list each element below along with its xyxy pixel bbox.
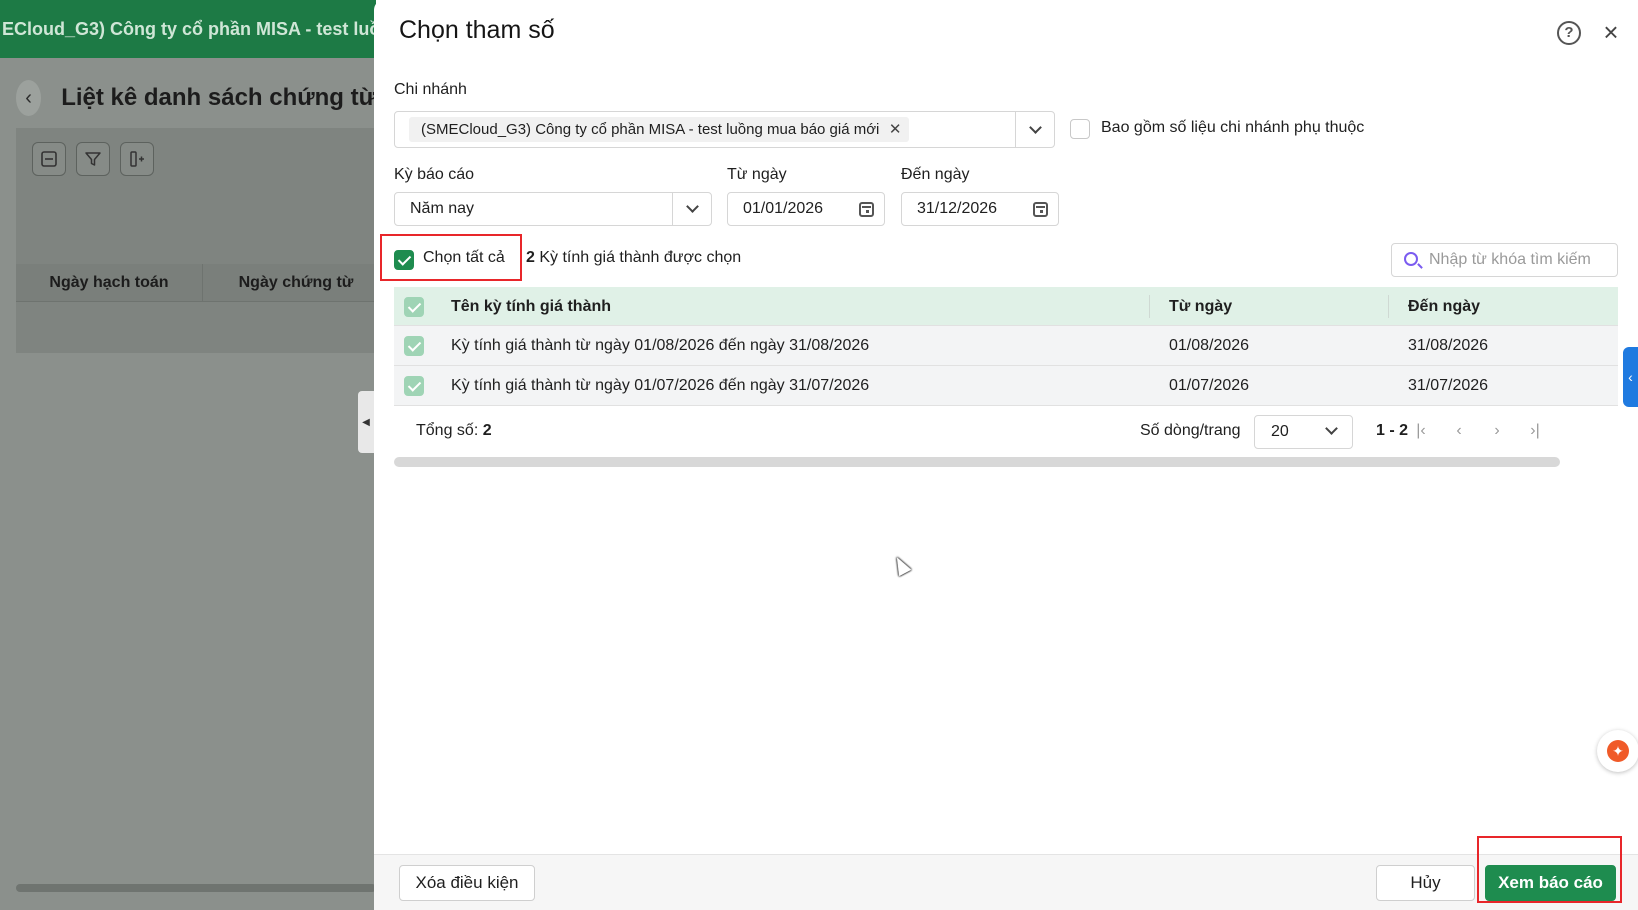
search-placeholder: Nhập từ khóa tìm kiếm: [1429, 251, 1591, 268]
table-row[interactable]: Kỳ tính giá thành từ ngày 01/07/2026 đến…: [394, 366, 1618, 406]
include-dependent-checkbox[interactable]: [1070, 119, 1090, 139]
from-date-label: Từ ngày: [727, 166, 787, 183]
grid-scrollbar[interactable]: [394, 457, 1560, 467]
selected-count-text: Kỳ tính giá thành được chọn: [539, 249, 742, 266]
total-label: Tổng số:: [416, 422, 479, 439]
column-divider[interactable]: [1149, 295, 1150, 318]
chevron-down-icon[interactable]: [672, 193, 712, 225]
remove-tag-icon[interactable]: ✕: [889, 117, 902, 142]
clear-conditions-button[interactable]: Xóa điều kiện: [399, 865, 535, 901]
column-icon[interactable]: [120, 142, 154, 176]
ai-assistant-icon: ✦: [1607, 740, 1629, 762]
row-name: Kỳ tính giá thành từ ngày 01/07/2026 đến…: [451, 377, 870, 394]
column-header: Ngày chứng từ: [203, 264, 376, 301]
header-checkbox[interactable]: [404, 297, 424, 317]
filter-icon[interactable]: [76, 142, 110, 176]
chevron-down-icon[interactable]: [1015, 112, 1055, 147]
column-divider[interactable]: [1388, 295, 1389, 318]
background-app: ECloud_G3) Công ty cổ phần MISA - test l…: [0, 0, 376, 910]
background-scrollbar[interactable]: [16, 884, 376, 892]
calendar-icon[interactable]: [1033, 202, 1048, 217]
total-value: 2: [482, 422, 492, 439]
chevron-down-icon: [1325, 422, 1338, 435]
collapse-icon[interactable]: [32, 142, 66, 176]
grid-header-row: Tên kỳ tính giá thành Từ ngày Đến ngày: [394, 287, 1618, 326]
ai-search-icon: [1404, 252, 1418, 266]
header-to[interactable]: Đến ngày: [1408, 287, 1480, 326]
ai-assistant-button[interactable]: ✦: [1597, 730, 1638, 772]
header-from[interactable]: Từ ngày: [1169, 287, 1232, 326]
side-panel-toggle[interactable]: ‹: [1623, 347, 1638, 407]
view-report-highlight: [1477, 836, 1622, 903]
table-row[interactable]: Kỳ tính giá thành từ ngày 01/08/2026 đến…: [394, 326, 1618, 366]
dialog-footer: Xóa điều kiện Hủy Xem báo cáo: [374, 854, 1638, 910]
cancel-button[interactable]: Hủy: [1376, 865, 1475, 901]
row-from: 01/07/2026: [1169, 377, 1250, 394]
row-to: 31/08/2026: [1408, 337, 1489, 354]
from-date-input[interactable]: 01/01/2026: [727, 192, 885, 226]
period-grid: Tên kỳ tính giá thành Từ ngày Đến ngày K…: [394, 287, 1618, 406]
row-checkbox[interactable]: [404, 376, 424, 396]
page-header: ‹ Liệt kê danh sách chứng từ: [16, 70, 376, 126]
background-table-header: Ngày hạch toán Ngày chứng từ: [16, 264, 376, 302]
toolbar: [32, 142, 154, 176]
close-icon[interactable]: ×: [1598, 19, 1624, 46]
page-title: Liệt kê danh sách chứng từ: [61, 84, 376, 111]
branch-tag: (SMECloud_G3) Công ty cổ phần MISA - tes…: [409, 117, 910, 142]
row-checkbox[interactable]: [404, 336, 424, 356]
period-select[interactable]: Năm nay: [394, 192, 712, 226]
row-to: 31/07/2026: [1408, 377, 1489, 394]
prev-page-icon[interactable]: ‹: [1449, 421, 1469, 441]
collapse-panel-icon[interactable]: ◀: [358, 391, 374, 453]
select-all-checkbox[interactable]: [394, 250, 414, 270]
company-title-bar: ECloud_G3) Công ty cổ phần MISA - test l…: [0, 0, 376, 58]
help-icon[interactable]: ?: [1557, 21, 1581, 45]
period-value: Năm nay: [410, 200, 475, 217]
search-input[interactable]: Nhập từ khóa tìm kiếm: [1391, 243, 1618, 277]
to-date-value: 31/12/2026: [917, 200, 998, 217]
row-name: Kỳ tính giá thành từ ngày 01/08/2026 đến…: [451, 337, 870, 354]
parameter-dialog: Chọn tham số ? × Chi nhánh (SMECloud_G3)…: [374, 0, 1638, 910]
rows-per-page-value: 20: [1271, 423, 1289, 440]
header-name[interactable]: Tên kỳ tính giá thành: [451, 287, 611, 326]
next-page-icon[interactable]: ›: [1487, 421, 1507, 441]
dialog-title: Chọn tham số: [399, 16, 555, 44]
to-date-input[interactable]: 31/12/2026: [901, 192, 1059, 226]
rows-per-page-label: Số dòng/trang: [1140, 422, 1241, 439]
total-count: Tổng số: 2: [416, 408, 492, 454]
include-dependent-label: Bao gồm số liệu chi nhánh phụ thuộc: [1101, 119, 1365, 136]
page-range: 1 - 2: [1376, 422, 1409, 439]
branch-label: Chi nhánh: [394, 81, 467, 98]
pager: Tổng số: 2 Số dòng/trang 20 1 - 2 |‹ ‹ ›…: [394, 408, 1618, 454]
select-all-label[interactable]: Chọn tất cả: [423, 249, 505, 267]
column-header: Ngày hạch toán: [16, 264, 203, 301]
branch-select[interactable]: (SMECloud_G3) Công ty cổ phần MISA - tes…: [394, 111, 1055, 148]
selected-count: 2 Kỳ tính giá thành được chọn: [526, 249, 741, 267]
rows-per-page-select[interactable]: 20: [1254, 415, 1353, 449]
row-from: 01/08/2026: [1169, 337, 1250, 354]
last-page-icon[interactable]: ›|: [1525, 421, 1545, 441]
from-date-value: 01/01/2026: [743, 200, 824, 217]
first-page-icon[interactable]: |‹: [1411, 421, 1431, 441]
branch-tag-label: (SMECloud_G3) Công ty cổ phần MISA - tes…: [421, 121, 880, 138]
background-panel: Ngày hạch toán Ngày chứng từ: [16, 128, 376, 353]
to-date-label: Đến ngày: [901, 166, 970, 183]
period-label: Kỳ báo cáo: [394, 166, 475, 183]
selected-count-number: 2: [526, 249, 535, 266]
back-icon[interactable]: ‹: [16, 80, 42, 116]
calendar-icon[interactable]: [859, 202, 874, 217]
